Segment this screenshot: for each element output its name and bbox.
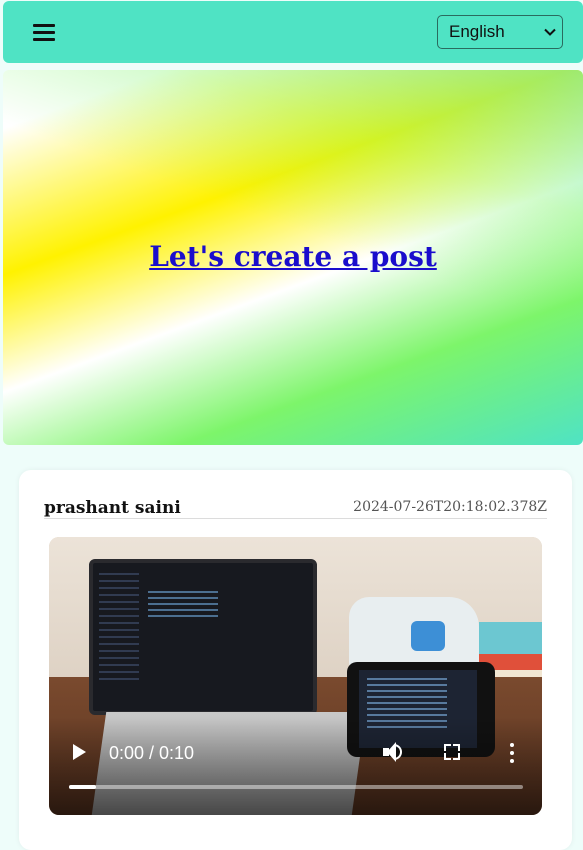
volume-wave-shape <box>394 744 402 760</box>
more-dot <box>510 743 514 747</box>
volume-speaker-shape <box>383 742 396 762</box>
more-options-icon[interactable] <box>507 743 517 763</box>
video-controls-overlay <box>49 717 542 815</box>
top-navbar: English <box>3 1 583 63</box>
volume-icon[interactable] <box>381 741 405 765</box>
video-time-display: 0:00 / 0:10 <box>109 743 195 763</box>
fullscreen-corner <box>453 744 460 751</box>
post-author: prashant saini <box>44 498 181 518</box>
more-dot <box>510 751 514 755</box>
language-select-value: English <box>449 22 505 41</box>
language-select[interactable]: English <box>437 15 563 49</box>
post-timestamp: 2024-07-26T20:18:02.378Z <box>353 499 547 515</box>
fullscreen-corner <box>444 753 451 760</box>
video-frame-laptop <box>89 559 317 715</box>
video-frame-detail <box>148 591 218 621</box>
play-icon[interactable] <box>71 742 87 762</box>
video-frame-detail <box>99 573 139 683</box>
hamburger-menu-button[interactable] <box>30 20 60 44</box>
post-header: prashant saini 2024-07-26T20:18:02.378Z <box>44 496 547 519</box>
video-frame-object <box>411 621 445 651</box>
create-post-banner: Let's create a post <box>3 70 583 445</box>
more-dot <box>510 759 514 763</box>
post-video-player[interactable]: 0:00 / 0:10 <box>49 537 542 815</box>
fullscreen-corner <box>453 753 460 760</box>
video-progress-fill <box>69 785 97 789</box>
create-post-link[interactable]: Let's create a post <box>3 240 583 273</box>
post-card: prashant saini 2024-07-26T20:18:02.378Z … <box>19 470 572 850</box>
hamburger-menu-icon <box>33 24 55 27</box>
hamburger-line <box>33 31 55 34</box>
chevron-down-icon <box>544 28 556 36</box>
hamburger-line <box>33 38 55 41</box>
fullscreen-icon[interactable] <box>444 744 460 760</box>
fullscreen-corner <box>444 744 451 751</box>
video-progress-bar[interactable] <box>69 785 523 789</box>
